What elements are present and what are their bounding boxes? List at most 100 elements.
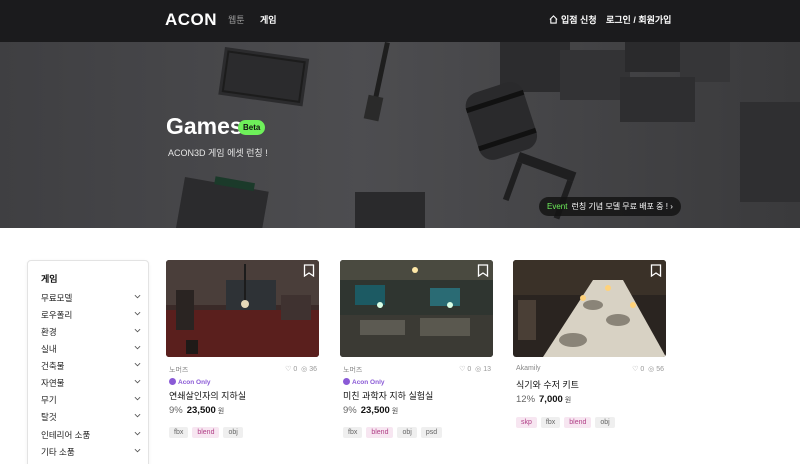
hero-subtitle: ACON3D 게임 에셋 런칭 ! — [168, 148, 268, 158]
author-name[interactable]: 노머즈 — [343, 367, 362, 374]
acon-only-badge: Acon Only — [343, 378, 385, 386]
sidebar-item-label: 건축물 — [41, 361, 65, 371]
format-tag: obj — [397, 427, 417, 438]
view-count: 56 — [656, 366, 664, 373]
format-tags: fbx blend obj psd — [343, 421, 446, 438]
sidebar-item-buildings[interactable]: 건축물 — [41, 360, 141, 374]
sidebar-item-label: 무료모델 — [41, 293, 73, 303]
sidebar-item-nature[interactable]: 자연물 — [41, 377, 141, 391]
product-meta: Akamily ♡ 0 ◎ 56 — [516, 365, 664, 377]
beta-badge: Beta — [238, 120, 266, 135]
sidebar-item-label: 탈것 — [41, 412, 57, 422]
sidebar-item-label: 로우폴리 — [41, 310, 73, 320]
acon-only-label: Acon Only — [178, 379, 211, 386]
basement-scene-image — [166, 260, 319, 357]
product-meta: 노머즈 ♡ 0 ◎ 36 — [169, 365, 317, 377]
tab-games[interactable]: 게임 — [260, 13, 277, 26]
bookmark-icon[interactable] — [477, 264, 489, 277]
product-meta: 노머즈 ♡ 0 ◎ 13 — [343, 365, 491, 377]
sidebar-item-interior[interactable]: 실내 — [41, 343, 141, 357]
product-card[interactable]: 노머즈 ♡ 0 ◎ 13 Acon Only 미친 과학자 지하 실험실 9% 2… — [340, 260, 493, 438]
like-count: 0 — [640, 366, 645, 373]
product-name[interactable]: 연쇄살인자의 지하실 — [169, 389, 246, 402]
product-thumbnail[interactable] — [166, 260, 319, 357]
bookmark-icon[interactable] — [650, 264, 662, 277]
format-tag: obj — [595, 417, 615, 428]
product-card[interactable]: 노머즈 ♡ 0 ◎ 36 Acon Only 연쇄살인자의 지하실 9% 23,5… — [166, 260, 319, 438]
format-tag: psd — [420, 427, 443, 438]
format-tag: fbx — [540, 417, 561, 428]
chevron-down-icon — [134, 431, 141, 436]
sidebar-item-other-props[interactable]: 기타 소품 — [41, 446, 141, 460]
product-price: 9% 23,500 원 — [169, 405, 224, 416]
laboratory-scene-image — [340, 260, 493, 357]
discount-rate: 9% — [343, 405, 357, 416]
sidebar-item-label: 환경 — [41, 327, 57, 337]
acon-only-badge: Acon Only — [169, 378, 211, 386]
chevron-down-icon — [134, 311, 141, 316]
sidebar-title: 게임 — [41, 274, 58, 284]
author-name[interactable]: Akamily — [516, 365, 541, 372]
currency: 원 — [217, 408, 225, 415]
author-name[interactable]: 노머즈 — [169, 367, 188, 374]
logo[interactable]: ACON — [165, 10, 217, 30]
sidebar-item-weapons[interactable]: 무기 — [41, 394, 141, 408]
tab-webtoon[interactable]: 웹툰 — [228, 13, 245, 26]
sidebar-item-label: 실내 — [41, 344, 57, 354]
sidebar-item-interior-props[interactable]: 인테리어 소품 — [41, 429, 141, 443]
format-tag: fbx — [343, 427, 363, 438]
format-tags: skp fbx blend obj — [516, 411, 619, 428]
product-thumbnail[interactable] — [340, 260, 493, 357]
sidebar-item-label: 무기 — [41, 395, 57, 405]
acon-only-icon — [343, 378, 350, 385]
chevron-down-icon — [134, 396, 141, 401]
bookmark-icon[interactable] — [303, 264, 315, 277]
chevron-down-icon — [134, 379, 141, 384]
sidebar-item-vehicles[interactable]: 탈것 — [41, 411, 141, 425]
chevron-down-icon — [134, 362, 141, 367]
product-stats: ♡ 0 ◎ 56 — [632, 366, 664, 373]
hero-title: Games — [166, 113, 243, 139]
format-tag: skp — [516, 417, 537, 428]
product-price: 12% 7,000 원 — [516, 394, 571, 405]
product-name[interactable]: 식기와 수저 키트 — [516, 378, 579, 391]
event-banner-link[interactable]: Event 런칭 기념 모델 무료 배포 중 ! › — [539, 197, 681, 216]
view-count: 13 — [483, 366, 491, 373]
sidebar-item-label: 기타 소품 — [41, 447, 75, 457]
chevron-down-icon — [134, 345, 141, 350]
top-nav: ACON 웹툰 게임 입점 신청 로그인 / 회원가입 — [0, 0, 800, 42]
product-price: 9% 23,500 원 — [343, 405, 398, 416]
chevron-down-icon — [134, 328, 141, 333]
product-name[interactable]: 미친 과학자 지하 실험실 — [343, 389, 433, 402]
sidebar-item-label: 인테리어 소품 — [41, 430, 91, 440]
store-apply-label: 입점 신청 — [561, 15, 597, 25]
acon-only-icon — [169, 378, 176, 385]
view-count: 36 — [309, 366, 317, 373]
product-card[interactable]: Akamily ♡ 0 ◎ 56 식기와 수저 키트 12% 7,000 원 skp… — [513, 260, 666, 428]
product-thumbnail[interactable] — [513, 260, 666, 357]
format-tag: fbx — [169, 427, 189, 438]
login-signup-link[interactable]: 로그인 / 회원가입 — [606, 13, 671, 26]
sidebar-item-label: 자연물 — [41, 378, 65, 388]
like-count: 0 — [293, 366, 298, 373]
price-amount: 23,500 — [360, 405, 390, 416]
sidebar-item-free-models[interactable]: 무료모델 — [41, 292, 141, 306]
store-apply-link[interactable]: 입점 신청 — [549, 13, 597, 26]
discount-rate: 12% — [516, 394, 536, 405]
sidebar-item-low-poly[interactable]: 로우폴리 — [41, 309, 141, 323]
sidebar-item-environment[interactable]: 환경 — [41, 326, 141, 340]
chevron-down-icon — [134, 448, 141, 453]
currency: 원 — [391, 408, 399, 415]
chevron-down-icon — [134, 294, 141, 299]
chevron-down-icon — [134, 413, 141, 418]
hero-background-art — [174, 42, 800, 228]
home-icon — [549, 15, 558, 24]
format-tag: blend — [564, 417, 592, 428]
price-amount: 7,000 — [539, 394, 563, 405]
dining-table-scene-image — [513, 260, 666, 357]
price-amount: 23,500 — [186, 405, 216, 416]
event-text: 런칭 기념 모델 무료 배포 중 ! › — [571, 202, 673, 211]
category-sidebar: 게임 무료모델 로우폴리 환경 실내 건축물 자연물 무기 탈것 인테리어 소품… — [27, 260, 149, 464]
format-tag: blend — [192, 427, 220, 438]
event-tag: Event — [547, 202, 568, 211]
